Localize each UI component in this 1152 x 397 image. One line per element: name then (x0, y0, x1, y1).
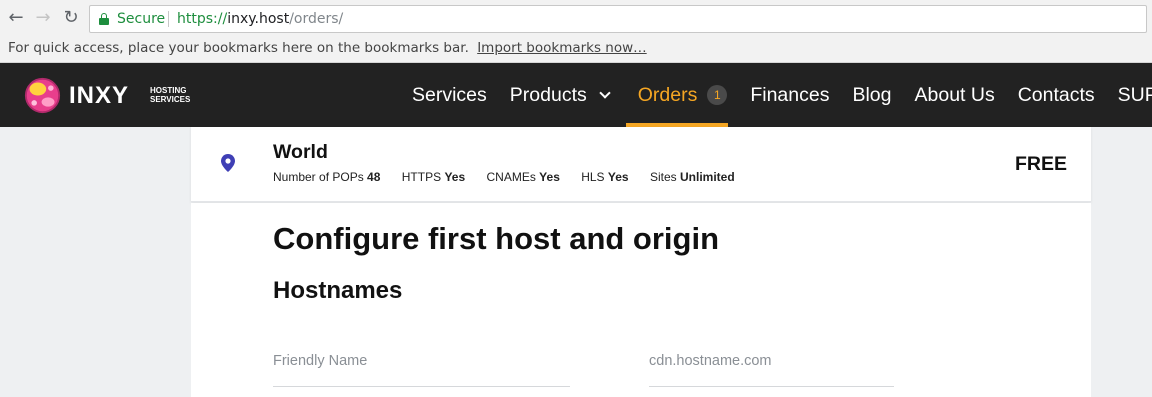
browser-toolbar: ← → ↻ Secure https://inxy.host/orders/ (0, 0, 1152, 37)
hostname-input[interactable] (649, 347, 894, 375)
attr-https: HTTPS Yes (402, 170, 465, 184)
menu-item-label: Services (412, 84, 487, 106)
attr-label: CNAMEs (486, 170, 536, 184)
bookmarks-bar: For quick access, place your bookmarks h… (0, 37, 1152, 63)
menu-item-about-us[interactable]: About Us (903, 63, 1006, 127)
plan-name: World (273, 141, 328, 163)
reload-icon[interactable]: ↻ (61, 8, 81, 28)
attr-value: Yes (607, 170, 629, 184)
plan-price: FREE (1014, 153, 1067, 175)
bookmarks-hint: For quick access, place your bookmarks h… (8, 40, 469, 56)
attr-label: HTTPS (401, 170, 442, 184)
menu-item-label: Blog (852, 84, 892, 106)
menu-item-products[interactable]: Products (498, 63, 626, 127)
attr-hls: HLS Yes (581, 170, 628, 184)
address-divider (168, 11, 169, 27)
configure-panel: Configure first host and origin Hostname… (191, 203, 1091, 397)
attr-value: 48 (367, 170, 381, 184)
main-menu: Services Products Orders 1 Finances Blog … (412, 63, 1152, 127)
url-text[interactable]: https://inxy.host/orders/ (177, 11, 343, 27)
orders-count-badge: 1 (707, 85, 728, 105)
menu-item-finances[interactable]: Finances (739, 63, 841, 127)
attr-value: Unlimited (679, 170, 735, 184)
address-bar[interactable]: Secure https://inxy.host/orders/ (89, 5, 1147, 33)
attr-value: Yes (444, 170, 466, 184)
attr-label: Number of POPs (273, 170, 364, 184)
menu-item-support[interactable]: SUPPOR (1106, 63, 1152, 127)
url-scheme: https:// (177, 11, 228, 27)
hostnames-heading: Hostnames (273, 277, 403, 304)
hostname-field (649, 347, 894, 387)
menu-item-label: SUPPOR (1117, 84, 1152, 106)
menu-item-label: Contacts (1017, 84, 1095, 106)
import-bookmarks-link[interactable]: Import bookmarks now… (477, 40, 646, 56)
attr-value: Yes (539, 170, 560, 184)
chevron-down-icon (599, 87, 611, 99)
menu-item-label: Finances (750, 84, 830, 106)
page-title: Configure first host and origin (273, 221, 720, 256)
attr-pops: Number of POPs 48 (273, 170, 380, 184)
plan-attributes: Number of POPs 48 HTTPS Yes CNAMEs Yes H… (273, 170, 753, 184)
forward-arrow-icon[interactable]: → (33, 8, 53, 28)
menu-item-label: Orders (637, 84, 698, 106)
menu-item-orders[interactable]: Orders 1 (626, 63, 739, 127)
lock-icon (99, 13, 109, 25)
menu-item-label: About Us (914, 84, 995, 106)
attr-sites: Sites Unlimited (650, 170, 735, 184)
inxy-logo-icon (24, 77, 61, 114)
friendly-name-field (273, 347, 570, 387)
menu-item-blog[interactable]: Blog (841, 63, 903, 127)
menu-item-services[interactable]: Services (412, 63, 498, 127)
friendly-name-input[interactable] (273, 347, 570, 375)
attr-label: HLS (581, 170, 605, 184)
secure-label: Secure (117, 11, 166, 27)
logo-wordmark: INXY (69, 82, 130, 109)
attr-label: Sites (649, 170, 677, 184)
url-path: /orders/ (289, 11, 344, 27)
attr-cnames: CNAMEs Yes (486, 170, 559, 184)
url-host: inxy.host (227, 11, 290, 27)
menu-item-contacts[interactable]: Contacts (1006, 63, 1106, 127)
site-header: INXY HOSTING SERVICES Services Products … (0, 63, 1152, 127)
back-arrow-icon[interactable]: ← (6, 8, 26, 28)
plan-summary-card: World Number of POPs 48 HTTPS Yes CNAMEs… (191, 127, 1091, 202)
menu-item-label: Products (509, 84, 587, 106)
logo-subtitle: HOSTING SERVICES (150, 86, 191, 104)
location-pin-icon (221, 154, 235, 172)
